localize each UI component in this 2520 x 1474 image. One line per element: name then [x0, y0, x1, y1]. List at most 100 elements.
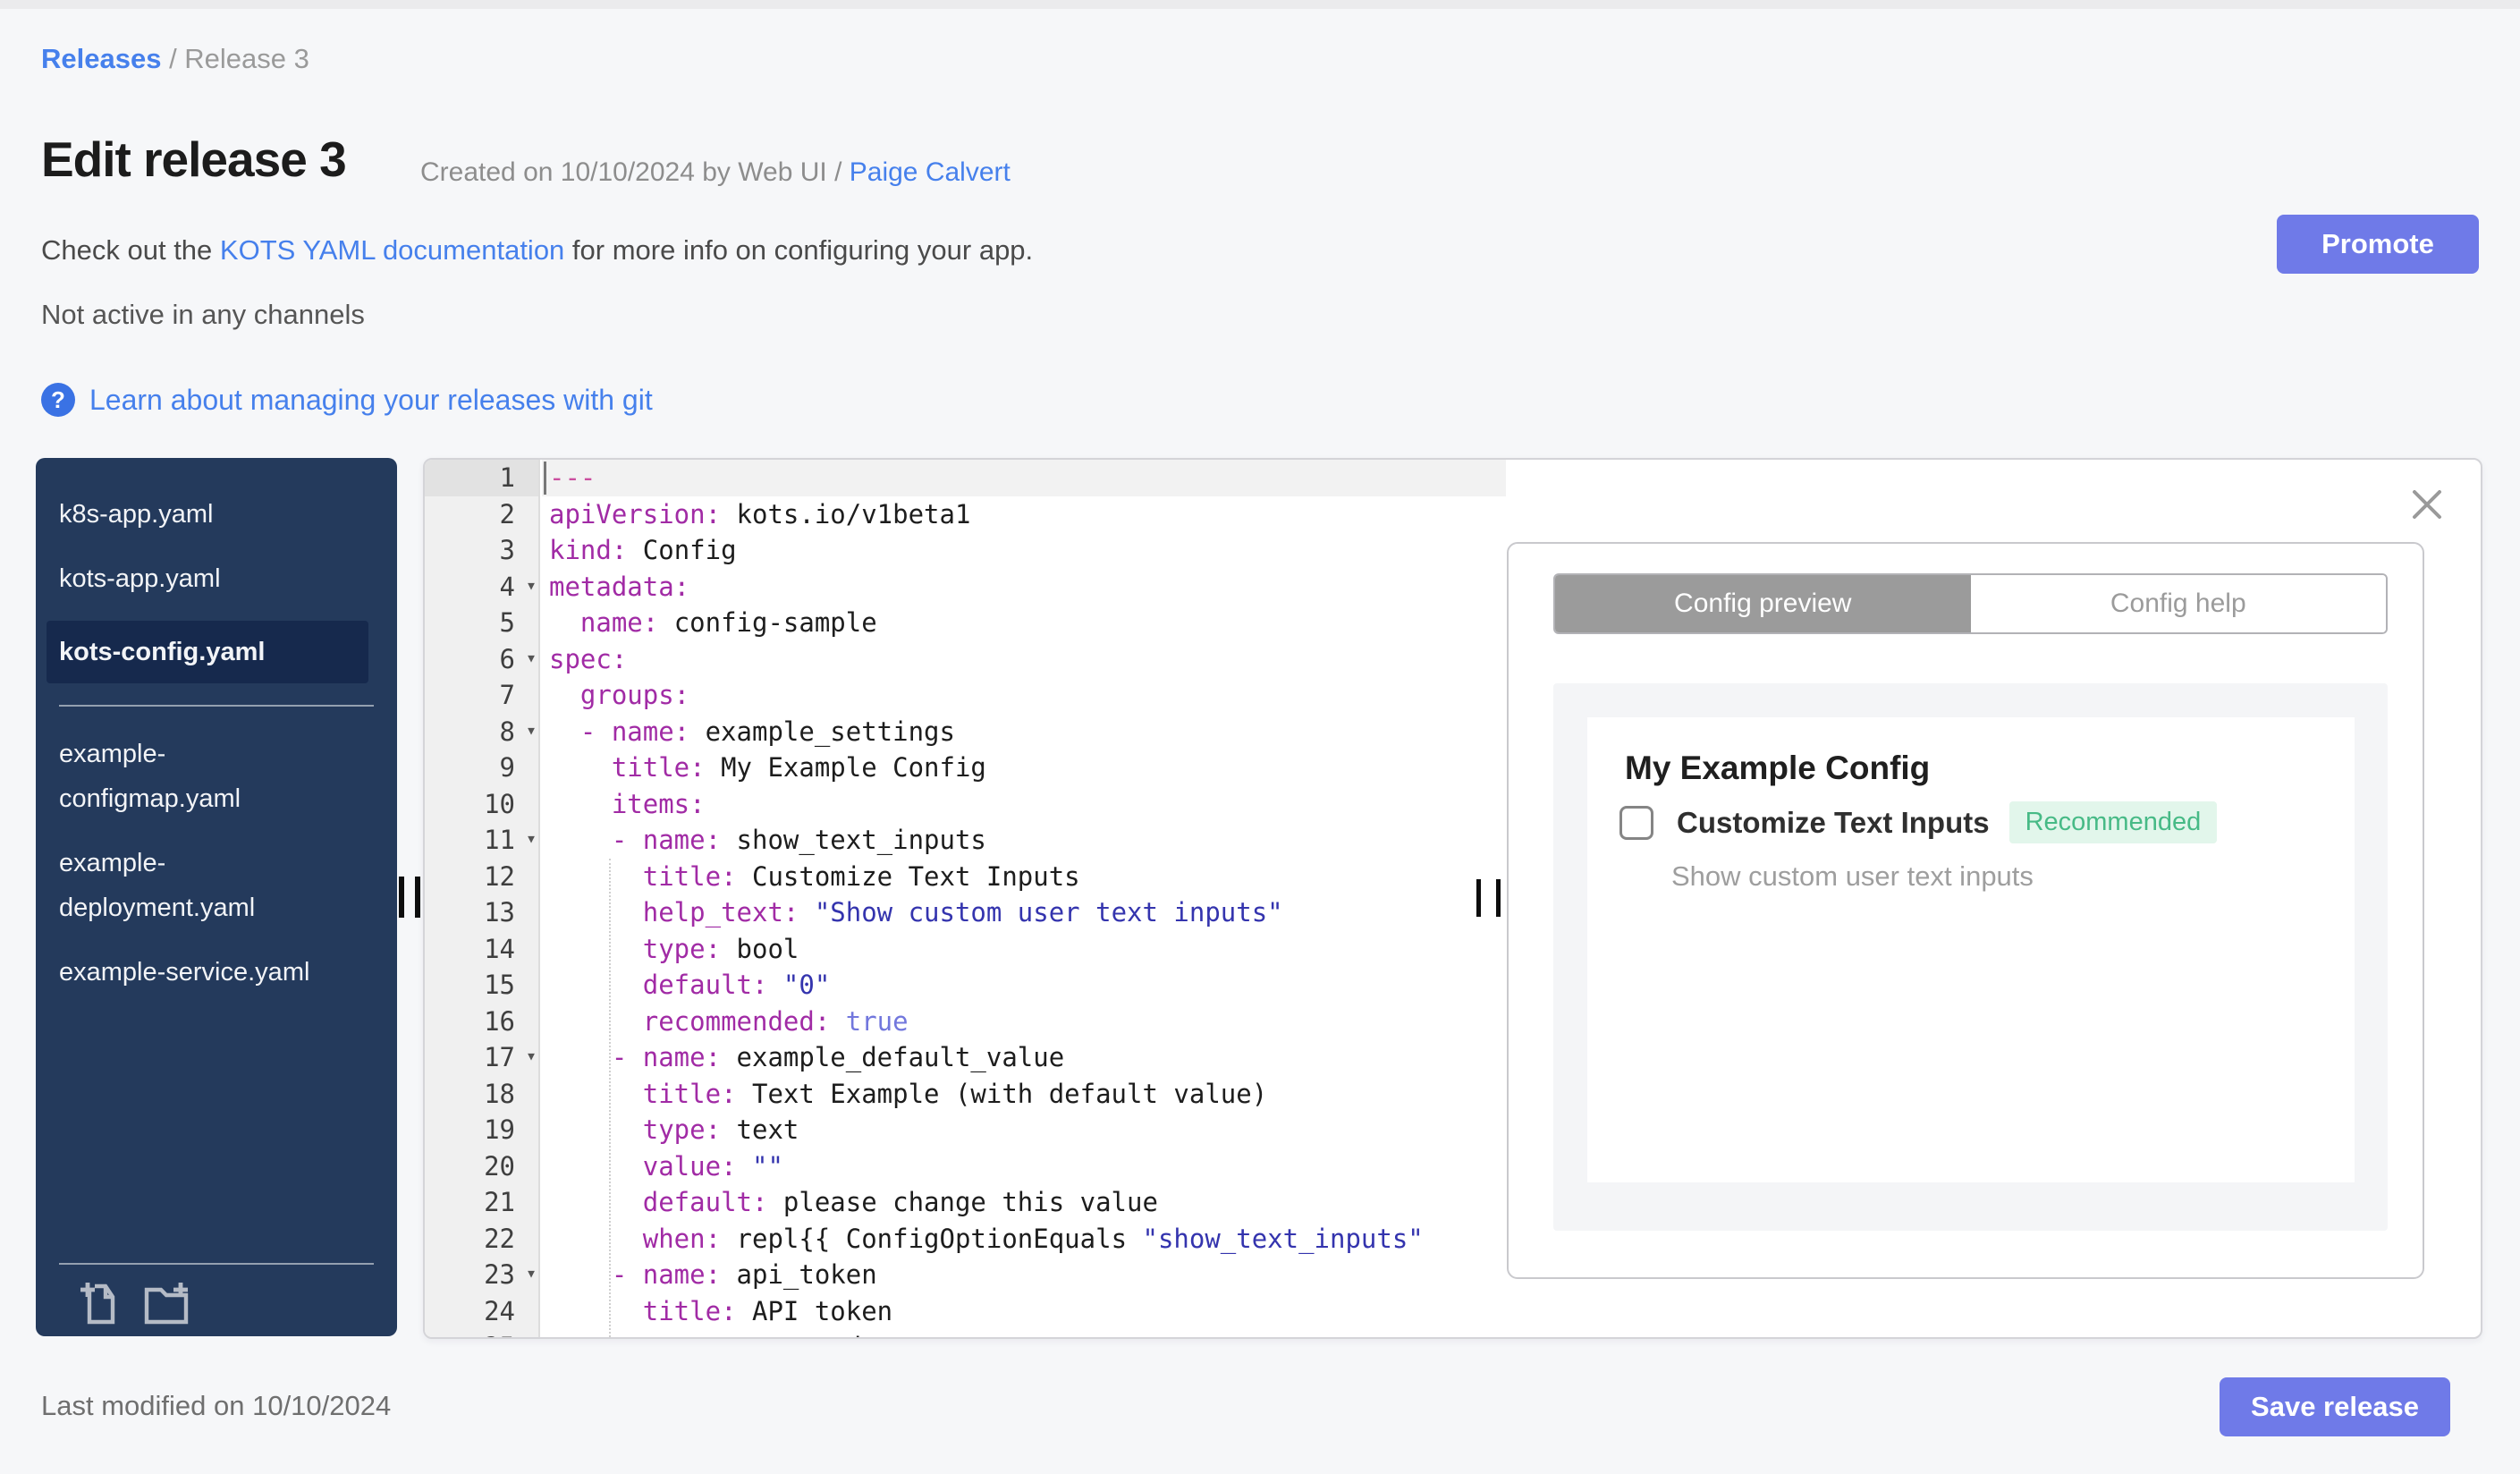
fold-arrow-icon[interactable]: ▾ [526, 1255, 537, 1292]
preview-body: My Example Config Customize Text Inputs … [1553, 683, 2388, 1231]
code-line-7[interactable]: groups: [542, 677, 1506, 714]
code-line-9[interactable]: title: My Example Config [542, 750, 1506, 786]
fold-arrow-icon[interactable]: ▾ [526, 567, 537, 604]
fold-arrow-icon[interactable]: ▾ [526, 820, 537, 857]
code-line-10[interactable]: items: [542, 786, 1506, 823]
code-line-19[interactable]: type: text [542, 1112, 1506, 1148]
line-number-22: 22 [484, 1223, 515, 1254]
code-line-6[interactable]: spec: [542, 641, 1506, 678]
created-info: Created on 10/10/2024 by Web UI / Paige … [420, 157, 1011, 188]
code-line-4[interactable]: metadata: [542, 569, 1506, 606]
tab-config-help[interactable]: Config help [1970, 575, 2386, 632]
line-number-3: 3 [499, 535, 515, 565]
code-line-18[interactable]: title: Text Example (with default value) [542, 1076, 1506, 1113]
code-line-8[interactable]: - name: example_settings [542, 714, 1506, 750]
sidebar-file-example-deployment.yaml[interactable]: example-deployment.yaml [59, 841, 327, 930]
line-number-4: 4 ▾ [425, 569, 538, 606]
line-number-19: 19 [484, 1114, 515, 1145]
line-number-2: 2 [499, 498, 515, 529]
line-number-15: 15 [484, 970, 515, 1000]
code-line-13[interactable]: help_text: "Show custom user text inputs… [542, 894, 1506, 931]
line-number-23: 23 ▾ [425, 1257, 538, 1293]
line-number-18: 18 [484, 1078, 515, 1109]
editor-gutter: 1 2 3 4 ▾ 5 6 ▾ 7 8 ▾ 9 10 11 ▾ 12 13 14 15 16 17 ▾ 18 19 20 21 22… [425, 460, 540, 1337]
code-line-16[interactable]: recommended: true [542, 1004, 1506, 1040]
line-number-7: 7 [499, 680, 515, 710]
save-release-button[interactable]: Save release [2220, 1377, 2450, 1436]
code-line-2[interactable]: apiVersion: kots.io/v1beta1 [542, 496, 1506, 533]
config-item-label: Customize Text Inputs [1677, 805, 1990, 839]
line-number-14: 14 [484, 933, 515, 964]
sidebar-resize-handle[interactable] [399, 877, 404, 918]
line-number-6: 6 ▾ [425, 641, 538, 678]
config-group-heading: My Example Config [1625, 750, 1931, 786]
recommended-badge: Recommended [2008, 801, 2218, 843]
line-number-20: 20 [484, 1150, 515, 1182]
sidebar-resize-handle[interactable] [415, 877, 420, 918]
add-folder-icon[interactable] [143, 1279, 193, 1326]
git-help-row: ? Learn about managing your releases wit… [41, 383, 653, 417]
tab-config-preview[interactable]: Config preview [1555, 575, 1971, 632]
fold-arrow-icon[interactable]: ▾ [526, 640, 537, 676]
code-line-23[interactable]: - name: api_token [542, 1257, 1506, 1293]
doc-hint-pre: Check out the [41, 234, 220, 266]
line-number-12: 12 [484, 860, 515, 892]
file-list-divider [59, 705, 374, 707]
code-line-21[interactable]: default: please change this value [542, 1184, 1506, 1221]
panel-resize-handle[interactable] [1476, 879, 1481, 917]
git-docs-link[interactable]: Learn about managing your releases with … [89, 384, 653, 417]
kots-doc-link[interactable]: KOTS YAML documentation [220, 234, 564, 266]
page-title: Edit release 3 [41, 131, 347, 187]
close-icon[interactable] [2409, 487, 2445, 522]
line-number-8: 8 ▾ [425, 714, 538, 750]
code-line-3[interactable]: kind: Config [542, 532, 1506, 569]
text-cursor [544, 462, 546, 495]
created-text: Created on 10/10/2024 by Web UI / [420, 157, 850, 187]
sidebar-file-kots-config.yaml[interactable]: kots-config.yaml [47, 621, 368, 683]
fold-arrow-icon[interactable]: ▾ [526, 1038, 537, 1074]
line-number-1: 1 [425, 460, 538, 496]
config-form-card: My Example Config Customize Text Inputs … [1587, 717, 2355, 1182]
sidebar-file-kots-app.yaml[interactable]: kots-app.yaml [59, 556, 327, 601]
config-item-row: Customize Text Inputs Recommended [1619, 801, 2218, 843]
code-line-1[interactable]: --- [542, 460, 1506, 496]
editor-panel-container: 1 2 3 4 ▾ 5 6 ▾ 7 8 ▾ 9 10 11 ▾ 12 13 14 15 16 17 ▾ 18 19 20 21 22… [423, 458, 2482, 1339]
code-line-11[interactable]: - name: show_text_inputs [542, 822, 1506, 859]
code-line-15[interactable]: default: "0" [542, 967, 1506, 1004]
fold-arrow-icon[interactable]: ▾ [526, 712, 537, 749]
window-top-strip [0, 0, 2520, 9]
code-line-5[interactable]: name: config-sample [542, 605, 1506, 641]
panel-resize-handle[interactable] [1496, 879, 1501, 917]
breadcrumb-current: Release 3 [184, 43, 309, 74]
file-list: k8s-app.yaml kots-app.yaml kots-config.yam… [36, 492, 397, 995]
code-line-25[interactable]: type: password [542, 1329, 1506, 1337]
question-icon: ? [41, 383, 75, 417]
release-editor-page: Releases / Release 3 Edit release 3 Crea… [0, 0, 2520, 1474]
line-number-25: 25 [425, 1329, 538, 1337]
sidebar-bottom-divider [59, 1263, 374, 1265]
doc-hint-post: for more info on configuring your app. [564, 234, 1034, 266]
line-number-13: 13 [484, 897, 515, 928]
add-file-icon[interactable] [77, 1279, 120, 1326]
config-item-help: Show custom user text inputs [1671, 860, 2034, 892]
promote-button[interactable]: Promote [2277, 215, 2479, 274]
code-line-17[interactable]: - name: example_default_value [542, 1039, 1506, 1076]
line-number-11: 11 ▾ [425, 822, 538, 859]
sidebar-file-k8s-app.yaml[interactable]: k8s-app.yaml [59, 492, 327, 537]
sidebar-file-example-service.yaml[interactable]: example-service.yaml [59, 950, 327, 995]
file-sidebar: k8s-app.yaml kots-app.yaml kots-config.yam… [36, 458, 397, 1336]
line-number-17: 17 ▾ [425, 1039, 538, 1076]
sidebar-actions [77, 1279, 193, 1326]
sidebar-file-example-configmap.yaml[interactable]: example-configmap.yaml [59, 732, 327, 821]
code-editor[interactable]: --- apiVersion: kots.io/v1beta1 kind: Conf… [542, 460, 1506, 1337]
breadcrumb-releases-link[interactable]: Releases [41, 43, 161, 74]
code-line-20[interactable]: value: "" [542, 1148, 1506, 1185]
code-line-24[interactable]: title: API token [542, 1293, 1506, 1330]
line-number-5: 5 [499, 607, 515, 638]
config-checkbox[interactable] [1619, 805, 1653, 840]
line-number-9: 9 [499, 752, 515, 783]
code-line-14[interactable]: type: bool [542, 931, 1506, 968]
created-author-link[interactable]: Paige Calvert [850, 157, 1011, 187]
code-line-12[interactable]: title: Customize Text Inputs [542, 859, 1506, 895]
code-line-22[interactable]: when: repl{{ ConfigOptionEquals "show_te… [542, 1221, 1506, 1258]
